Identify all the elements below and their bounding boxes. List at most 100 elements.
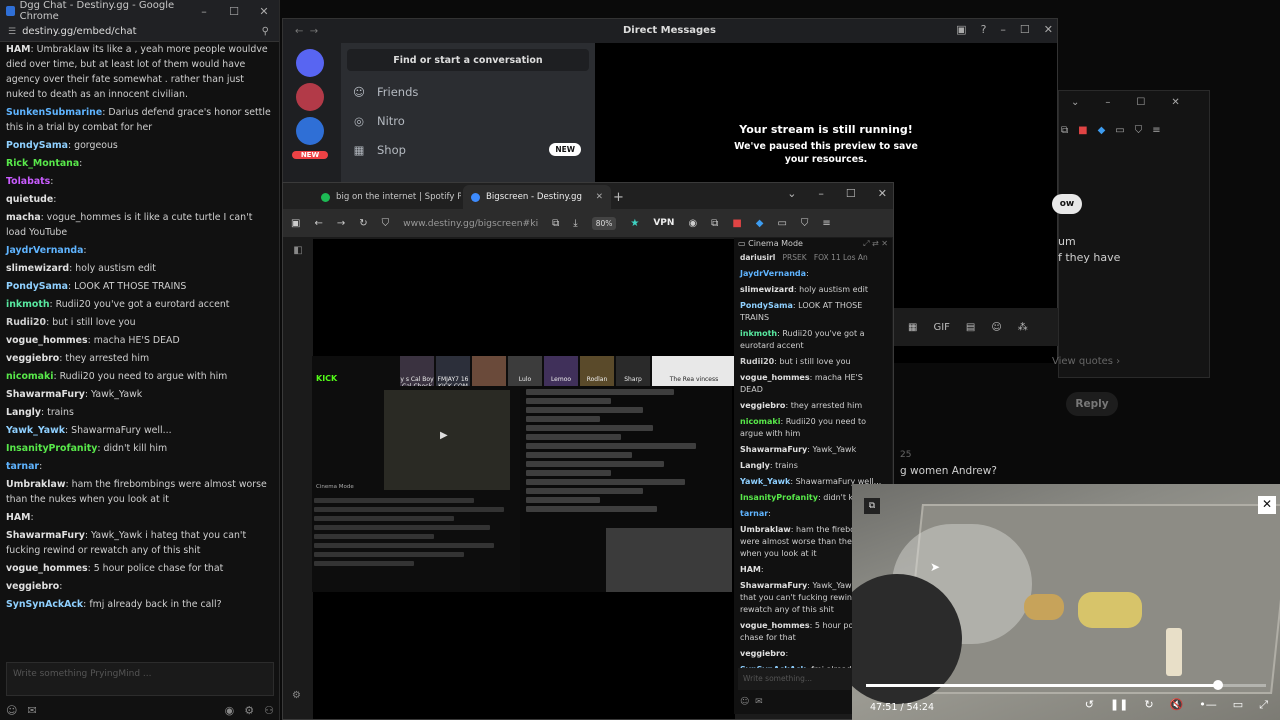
poll-icon[interactable]: ▤ [966, 322, 975, 333]
chat-username[interactable]: inkmoth [740, 329, 777, 338]
sidebar-panel-icon[interactable]: ◧ [283, 245, 313, 256]
chat-username[interactable]: Yawk_Yawk [740, 477, 790, 486]
chat-username[interactable]: vogue_hommes [6, 563, 88, 574]
forward-icon[interactable]: ↻ [1144, 698, 1153, 712]
whisper-icon[interactable]: ✉ [27, 704, 36, 717]
close-icon[interactable]: ✕ [249, 5, 279, 18]
menu-icon[interactable]: ≡ [822, 218, 830, 229]
minimize-icon[interactable]: – [189, 5, 219, 18]
stream-thumbnail[interactable]: The Rea vincess [652, 356, 736, 386]
server-icon[interactable] [296, 117, 324, 145]
follow-button[interactable]: ow [1052, 194, 1082, 214]
eye-icon[interactable]: ◉ [225, 704, 235, 717]
picture-in-picture-video[interactable]: ⧉ ✕ ➤ 47:51 / 54:24 ↺ ❚❚ ↻ 🔇 •— ▭ ⤢ [852, 484, 1280, 720]
chat-username[interactable]: Rudii20 [6, 317, 46, 328]
back-arrow-icon[interactable]: ← → [295, 26, 318, 37]
maximize-icon[interactable]: ☐ [1136, 97, 1145, 108]
embed-tab[interactable]: PRSEK [783, 253, 807, 262]
chat-username[interactable]: ShawarmaFury [740, 581, 807, 590]
chat-username[interactable]: slimewizard [6, 263, 69, 274]
site-settings-icon[interactable]: ☰ [8, 27, 16, 37]
chat-username[interactable]: InsanityProfanity [6, 443, 97, 454]
zoom-icon[interactable]: ⚲ [262, 26, 269, 37]
chat-username[interactable]: PondySama [6, 281, 68, 292]
captions-icon[interactable]: ▭ [1233, 698, 1243, 712]
new-tab-button[interactable]: + [613, 190, 633, 209]
wallet-icon[interactable]: ◉ [688, 218, 697, 229]
close-icon[interactable]: ✕ [1258, 496, 1276, 514]
expand-icon[interactable]: ⤢ [1259, 698, 1268, 712]
chat-username[interactable]: tarnar [740, 509, 768, 518]
gif-icon[interactable]: GIF [933, 322, 949, 333]
settings-gear-icon[interactable]: ⚙ [292, 690, 301, 701]
sidebar-item-friends[interactable]: ☺ Friends [341, 77, 595, 106]
chat-username[interactable]: SunkenSubmarine [6, 107, 102, 118]
chat-username[interactable]: HAM [6, 44, 30, 55]
screenshot-icon[interactable]: ⧉ [552, 218, 559, 229]
schedule-icon[interactable]: ⁂ [1018, 322, 1028, 333]
extension-icon[interactable]: ◆ [1098, 125, 1106, 136]
chat-username[interactable]: inkmoth [6, 299, 50, 310]
brave-shield-icon[interactable]: ⛉ [382, 218, 390, 229]
chat-username[interactable]: JaydrVernanda [740, 269, 806, 278]
chat-username[interactable]: JaydrVernanda [6, 245, 83, 256]
minimize-icon[interactable]: – [1000, 23, 1006, 36]
chat-username[interactable]: veggiebro [6, 581, 59, 592]
shield-icon[interactable]: ⛉ [1135, 125, 1143, 136]
chat-username[interactable]: ShawarmaFury [740, 445, 807, 454]
close-icon[interactable]: ✕ [1044, 23, 1053, 36]
maximize-icon[interactable]: ☐ [1020, 23, 1030, 36]
close-icon[interactable]: ⤢ ⇄ ✕ [863, 238, 888, 250]
gear-icon[interactable]: ⚙ [244, 704, 254, 717]
discord-home-icon[interactable] [296, 49, 324, 77]
chat-username[interactable]: InsanityProfanity [740, 493, 818, 502]
image-icon[interactable]: ▦ [908, 322, 917, 333]
chat-username[interactable]: HAM [740, 565, 761, 574]
download-icon[interactable]: ⤓ [573, 218, 577, 229]
chat-username[interactable]: PondySama [740, 301, 793, 310]
chat-username[interactable]: quietude [6, 194, 53, 205]
chat-username[interactable]: veggiebro [6, 353, 59, 364]
chat-username[interactable]: vogue_hommes [6, 335, 88, 346]
chat-username[interactable]: slimewizard [740, 285, 794, 294]
seek-bar[interactable] [866, 680, 1266, 690]
pause-icon[interactable]: ❚❚ [1110, 698, 1128, 712]
chat-username[interactable]: ShawarmaFury [6, 530, 85, 541]
emoji-icon[interactable]: ☺ [991, 322, 1001, 333]
conversation-search[interactable]: Find or start a conversation [347, 49, 589, 71]
close-tab-icon[interactable]: ✕ [596, 192, 603, 202]
chat-username[interactable]: veggiebro [740, 649, 785, 658]
minimize-icon[interactable]: – [818, 187, 824, 200]
volume-slider[interactable]: •— [1199, 698, 1217, 712]
embed-tab[interactable]: dariusirl [740, 253, 775, 262]
stream-thumbnail[interactable]: Sharp [616, 356, 650, 386]
mute-icon[interactable]: 🔇 [1170, 698, 1184, 712]
embed-tab[interactable]: FOX 11 Los An [814, 253, 868, 262]
maximize-icon[interactable]: ☐ [846, 187, 856, 200]
chat-input[interactable]: Write something PryingMind ... [6, 662, 274, 696]
extension-icon[interactable]: ■ [1078, 125, 1087, 136]
chat-username[interactable]: Umbraklaw [740, 525, 791, 534]
whisper-icon[interactable]: ✉ [755, 697, 763, 707]
close-icon[interactable]: ✕ [1171, 97, 1179, 108]
emote-icon[interactable]: ☺ [740, 697, 749, 707]
chat-username[interactable]: Langly [6, 407, 41, 418]
chat-username[interactable]: Rudii20 [740, 357, 774, 366]
sidebar-item-shop[interactable]: ▦ Shop NEW [341, 135, 595, 164]
emote-icon[interactable]: ☺ [6, 704, 17, 717]
chat-username[interactable]: macha [6, 212, 41, 223]
extension-icon[interactable]: ◆ [756, 218, 764, 229]
menu-icon[interactable]: ≡ [1152, 125, 1160, 136]
users-icon[interactable]: ⚇ [264, 704, 274, 717]
chat-username[interactable]: nicomaki [6, 371, 53, 382]
close-icon[interactable]: ✕ [878, 187, 887, 200]
stream-video[interactable]: ▶ [384, 390, 510, 490]
shield-icon[interactable]: ⛉ [801, 218, 809, 229]
back-to-tab-icon[interactable]: ⧉ [864, 498, 880, 514]
chat-username[interactable]: PondySama [6, 140, 68, 151]
server-icon[interactable] [296, 83, 324, 111]
stream-thumbnail[interactable]: FMJAY7 16 KICK.COM [436, 356, 470, 386]
chat-username[interactable]: Yawk_Yawk [6, 425, 65, 436]
chevron-down-icon[interactable]: ⌄ [1071, 97, 1079, 108]
extensions-icon[interactable]: ⧉ [711, 218, 718, 229]
